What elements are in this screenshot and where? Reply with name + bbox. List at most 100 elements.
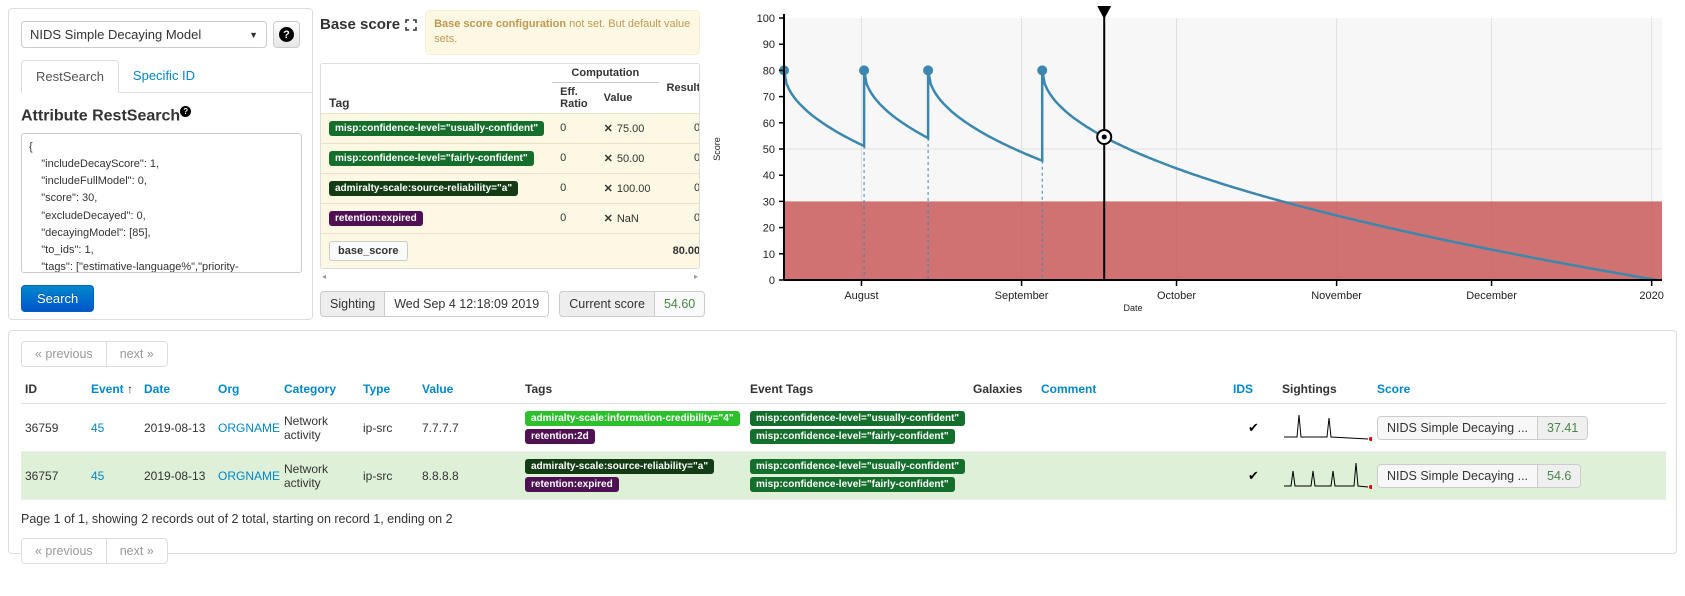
col-id: ID	[21, 377, 87, 404]
svg-text:2020: 2020	[1639, 290, 1663, 302]
tag-badge: admiralty-scale:source-reliability="a"	[329, 181, 518, 196]
ids-checkmark-icon: ✔	[1233, 468, 1274, 484]
current-score-label: Current score	[559, 291, 655, 317]
sightings-sparkline	[1282, 411, 1372, 441]
previous-page-button[interactable]: « previous	[21, 538, 107, 564]
decay-score-chart[interactable]: 0102030405060708090100AugustSeptemberOct…	[700, 2, 1685, 324]
selected-model-label: NIDS Simple Decaying Model	[30, 27, 201, 42]
question-mark-icon: ?	[279, 27, 294, 42]
svg-text:90: 90	[763, 39, 775, 51]
multiply-icon: ✕	[604, 213, 613, 225]
sighting-date-value: Wed Sep 4 12:18:09 2019	[385, 291, 549, 317]
col-event-tags: Event Tags	[746, 377, 969, 404]
next-page-button[interactable]: next »	[106, 341, 168, 367]
multiply-icon: ✕	[604, 153, 613, 165]
base-score-panel: Base score Base score configuration not …	[320, 10, 700, 322]
multiply-icon: ✕	[604, 183, 613, 195]
svg-text:20: 20	[763, 223, 775, 235]
event-tag-badge: misp:confidence-level="fairly-confident"	[750, 429, 955, 444]
model-select-row: NIDS Simple Decaying Model ▼ ?	[21, 21, 300, 48]
score-value: 37.41	[1538, 417, 1587, 439]
score-value: 54.6	[1538, 465, 1580, 487]
org-link[interactable]: ORGNAME	[218, 421, 280, 435]
col-ids[interactable]: IDS	[1229, 377, 1278, 404]
attr-category: Network activity	[280, 404, 359, 452]
scroll-left-arrow-icon[interactable]: ◂	[322, 272, 326, 281]
event-link[interactable]: 45	[91, 469, 104, 483]
col-value[interactable]: Value	[418, 377, 521, 404]
decay-chart-svg[interactable]: 0102030405060708090100AugustSeptemberOct…	[700, 2, 1685, 324]
sighting-score-row: Sighting Wed Sep 4 12:18:09 2019 Current…	[320, 291, 700, 317]
score-model-name: NIDS Simple Decaying ...	[1378, 465, 1538, 487]
attr-galaxies	[969, 404, 1037, 452]
tag-badge: retention:expired	[525, 477, 619, 492]
base-score-total-value: 80.00	[659, 233, 700, 268]
svg-text:October: October	[1157, 290, 1196, 302]
decay-score-box[interactable]: NIDS Simple Decaying ... 37.41	[1377, 416, 1588, 440]
attr-date: 2019-08-13	[140, 452, 214, 500]
base-score-total-row: base_score 80.00	[321, 233, 700, 268]
tag-badge: retention:2d	[525, 429, 595, 444]
search-panel: NIDS Simple Decaying Model ▼ ? RestSearc…	[8, 8, 313, 320]
horizontal-scrollbar[interactable]: ◂ ▸	[320, 271, 700, 283]
svg-text:50: 50	[763, 144, 775, 156]
expand-fullscreen-icon[interactable]	[405, 19, 417, 31]
svg-text:100: 100	[757, 13, 775, 25]
computation-value: NaN	[617, 213, 639, 225]
multiply-icon: ✕	[604, 123, 613, 135]
col-event[interactable]: Event ↑	[87, 377, 140, 404]
col-score[interactable]: Score	[1373, 377, 1573, 404]
col-event-label: Event	[91, 382, 124, 396]
sighting-group: Sighting Wed Sep 4 12:18:09 2019	[320, 291, 549, 317]
svg-text:December: December	[1466, 290, 1517, 302]
base-score-header: Base score Base score configuration not …	[320, 10, 700, 55]
col-category[interactable]: Category	[280, 377, 359, 404]
pagination-summary: Page 1 of 1, showing 2 records out of 2 …	[21, 512, 1664, 526]
search-button[interactable]: Search	[21, 285, 94, 312]
tag-badge: admiralty-scale:information-credibility=…	[525, 411, 740, 426]
next-page-button[interactable]: next »	[106, 538, 168, 564]
col-result: Result	[659, 64, 700, 114]
decaying-model-select[interactable]: NIDS Simple Decaying Model ▼	[21, 21, 267, 48]
tab-specific-id[interactable]: Specific ID	[119, 60, 209, 93]
svg-text:30: 30	[763, 196, 775, 208]
help-button[interactable]: ?	[273, 21, 300, 48]
computation-value: 100.00	[617, 183, 651, 195]
svg-text:80: 80	[763, 65, 775, 77]
event-link[interactable]: 45	[91, 421, 104, 435]
attr-value: 7.7.7.7	[418, 404, 521, 452]
event-tag-badge: misp:confidence-level="fairly-confident"	[750, 477, 955, 492]
col-date[interactable]: Date	[140, 377, 214, 404]
restsearch-heading-text: Attribute RestSearch	[21, 107, 180, 124]
col-type[interactable]: Type	[359, 377, 418, 404]
svg-text:10: 10	[763, 249, 775, 261]
search-tabs: RestSearch Specific ID	[21, 60, 312, 93]
misp-decaying-model-page: NIDS Simple Decaying Model ▼ ? RestSearc…	[0, 0, 1685, 596]
tag-badge: retention:expired	[329, 211, 423, 226]
tag-badge: admiralty-scale:source-reliability="a"	[525, 459, 714, 474]
col-tags: Tags	[521, 377, 746, 404]
col-tag: Tag	[321, 64, 552, 114]
tab-restsearch[interactable]: RestSearch	[21, 60, 119, 93]
pagination-top: « previous next »	[21, 341, 168, 367]
col-value: Value	[596, 82, 659, 113]
sighting-label: Sighting	[320, 291, 385, 317]
base-score-row: retention:expired 0 ✕NaN 0	[321, 203, 700, 233]
col-org[interactable]: Org	[214, 377, 280, 404]
decay-score-box[interactable]: NIDS Simple Decaying ... 54.6	[1377, 464, 1581, 488]
attribute-row-36757: 36757 45 2019-08-13 ORGNAME Network acti…	[21, 452, 1666, 500]
attr-comment	[1037, 452, 1229, 500]
current-score-group: Current score 54.60	[559, 291, 705, 317]
col-sightings: Sightings	[1278, 377, 1373, 404]
attr-id: 36757	[21, 452, 87, 500]
scroll-right-arrow-icon[interactable]: ▸	[694, 272, 698, 281]
col-computation: Computation	[552, 64, 658, 83]
col-comment[interactable]: Comment	[1037, 377, 1229, 404]
previous-page-button[interactable]: « previous	[21, 341, 107, 367]
svg-text:60: 60	[763, 118, 775, 130]
eff-ratio-value: 0	[552, 113, 596, 143]
restsearch-query-input[interactable]: { "includeDecayScore": 1, "includeFullMo…	[21, 133, 302, 273]
attr-value: 8.8.8.8	[418, 452, 521, 500]
score-model-name: NIDS Simple Decaying ...	[1378, 417, 1538, 439]
org-link[interactable]: ORGNAME	[218, 469, 280, 483]
